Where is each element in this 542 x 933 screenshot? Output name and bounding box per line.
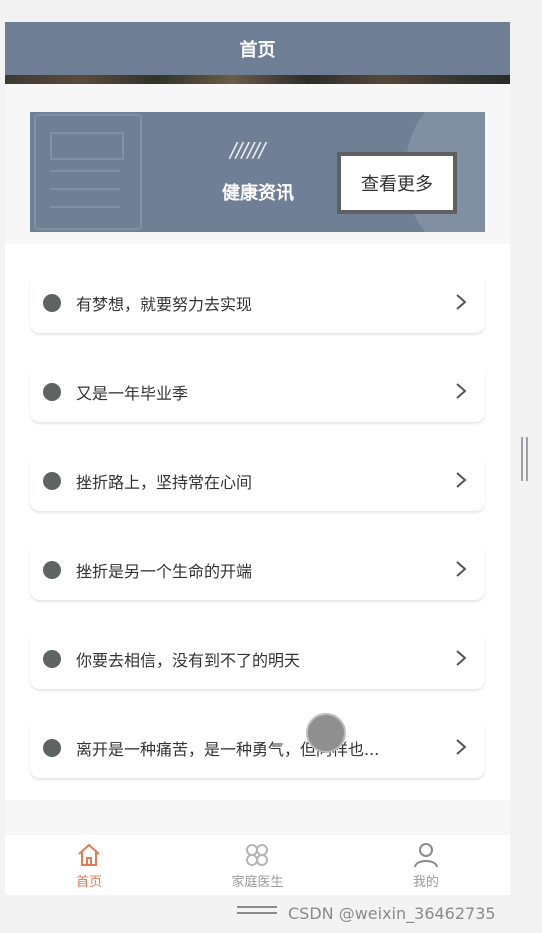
slash-decoration: ////// (230, 138, 265, 162)
bullet-dot-icon (43, 471, 61, 490)
tab-label: 家庭医生 (231, 874, 284, 890)
watermark-text: CSDN @weixin_36462735 (288, 904, 496, 923)
news-item-title: 挫折是另一个生命的开端 (76, 561, 253, 581)
phone-screen: 首页 ////// 健康资讯 查看更多 有梦想，就要努力去实现 又是一年毕业季 … (0, 0, 542, 933)
view-more-button[interactable]: 查看更多 (337, 152, 457, 214)
tab-bar: 首页 家庭医生 我的 (5, 835, 510, 895)
chevron-right-icon (456, 472, 467, 488)
bullet-dot-icon (43, 382, 61, 401)
chevron-right-icon (456, 650, 467, 666)
bullet-dot-icon (43, 293, 61, 312)
nav-bar: 首页 (5, 22, 510, 75)
document-decoration-icon (34, 114, 142, 230)
news-item-title: 挫折路上，坚持常在心间 (76, 472, 253, 492)
bullet-dot-icon (43, 560, 61, 579)
user-icon (413, 842, 438, 867)
resize-handle[interactable] (521, 437, 531, 481)
news-list-item[interactable]: 离开是一种痛苦，是一种勇气，但同样也... (30, 717, 485, 778)
tab-label: 首页 (76, 874, 103, 890)
news-list-item[interactable]: 挫折路上，坚持常在心间 (30, 450, 485, 511)
news-list-item[interactable]: 你要去相信，没有到不了的明天 (30, 628, 485, 689)
banner-image[interactable] (5, 75, 510, 84)
news-item-title: 又是一年毕业季 (76, 383, 189, 403)
tab-family-doctor[interactable]: 家庭医生 (173, 835, 341, 895)
news-list-item[interactable]: 挫折是另一个生命的开端 (30, 539, 485, 600)
chevron-right-icon (456, 561, 467, 577)
chevron-right-icon (456, 294, 467, 310)
tab-home[interactable]: 首页 (5, 835, 173, 895)
clover-icon (246, 843, 269, 866)
tab-mine[interactable]: 我的 (342, 835, 510, 895)
news-section-title: 健康资讯 (222, 183, 294, 204)
home-icon (78, 843, 100, 866)
touch-indicator (306, 713, 346, 753)
app-container: 首页 ////// 健康资讯 查看更多 有梦想，就要努力去实现 又是一年毕业季 … (5, 22, 510, 895)
chevron-right-icon (456, 739, 467, 755)
news-item-title: 有梦想，就要努力去实现 (76, 294, 253, 314)
news-list-item[interactable]: 有梦想，就要努力去实现 (30, 272, 485, 333)
page-title: 首页 (239, 39, 276, 61)
news-section: ////// 健康资讯 查看更多 (5, 84, 510, 244)
news-item-title: 离开是一种痛苦，是一种勇气，但同样也... (76, 739, 380, 759)
bullet-dot-icon (43, 649, 61, 668)
chevron-right-icon (456, 383, 467, 399)
news-header: ////// 健康资讯 查看更多 (30, 112, 485, 232)
tab-label: 我的 (412, 874, 439, 890)
news-item-title: 你要去相信，没有到不了的明天 (76, 650, 301, 670)
bullet-dot-icon (43, 738, 61, 757)
bottom-drag-handle[interactable] (237, 906, 277, 916)
news-list: 有梦想，就要努力去实现 又是一年毕业季 挫折路上，坚持常在心间 挫折是另一个生命… (5, 244, 510, 800)
news-list-item[interactable]: 又是一年毕业季 (30, 361, 485, 422)
